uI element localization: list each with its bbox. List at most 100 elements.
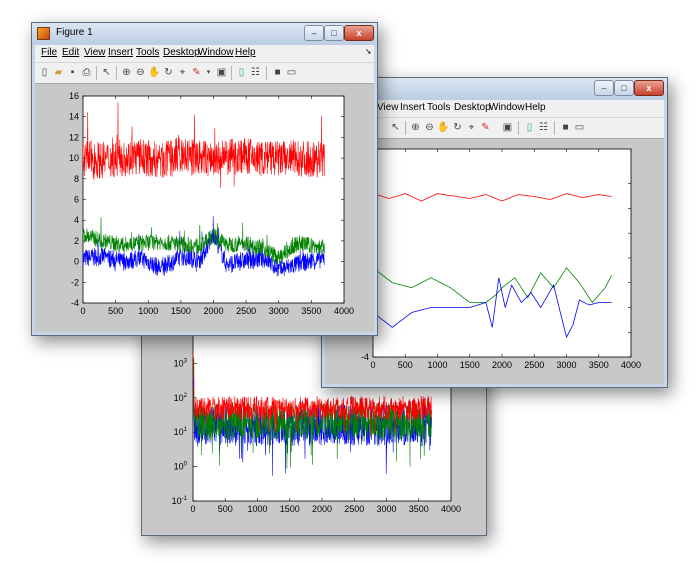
x-tick-label: 3000 xyxy=(269,306,289,316)
caption-buttons: – □ x xyxy=(594,80,666,96)
brush-dropdown-icon[interactable]: ▾ xyxy=(202,66,215,79)
x-tick-label: 4000 xyxy=(441,504,461,514)
x-tick-label: 0 xyxy=(370,360,375,370)
maximize-button[interactable]: □ xyxy=(614,80,634,96)
brush-icon[interactable]: ✎ xyxy=(479,121,492,134)
dock-arrow-icon[interactable]: ➘ xyxy=(365,47,372,56)
x-tick-label: 2000 xyxy=(492,360,512,370)
menu-insert[interactable]: Insert xyxy=(400,102,425,113)
toolbar-separator xyxy=(518,121,519,135)
menu-view[interactable]: View xyxy=(377,102,399,113)
y-tick-label: 10-1 xyxy=(172,496,188,506)
y-tick-label: 2 xyxy=(74,236,79,246)
x-tick-label: 3000 xyxy=(556,360,576,370)
x-tick-label: 2500 xyxy=(524,360,544,370)
x-tick-label: 1000 xyxy=(427,360,447,370)
menu-edit[interactable]: Edit xyxy=(62,47,79,58)
open-file-icon[interactable]: ▰ xyxy=(52,66,65,79)
y-tick-label: -4 xyxy=(71,298,79,308)
legend-icon[interactable]: ☷ xyxy=(537,121,550,134)
menu-file[interactable]: File xyxy=(41,47,57,58)
new-file-icon[interactable]: ▯ xyxy=(38,66,51,79)
x-tick-label: 2500 xyxy=(236,306,256,316)
y-tick-label: 14 xyxy=(69,112,79,122)
show-plot-tools-icon[interactable]: ▭ xyxy=(285,66,298,79)
close-button[interactable]: x xyxy=(634,80,664,96)
x-tick-label: 3500 xyxy=(589,360,609,370)
y-tick-label: 16 xyxy=(69,91,79,101)
pan-icon[interactable]: ✋ xyxy=(148,66,161,79)
line-plot[interactable]: 0 500 1000 1500 2000 2500 3000 3500 4000 -4 -2 0 2 4 6… xyxy=(35,84,376,333)
matlab-icon xyxy=(37,27,50,40)
x-tick-label: 2500 xyxy=(344,504,364,514)
save-icon[interactable]: ▪ xyxy=(66,66,79,79)
figure-window-top[interactable]: Figure 1 – □ x File Edit View Insert Too… xyxy=(31,22,378,336)
y-tick-label: 0 xyxy=(74,257,79,267)
x-tick-label: 3000 xyxy=(376,504,396,514)
pan-icon[interactable]: ✋ xyxy=(437,121,450,134)
menu-tools[interactable]: Tools xyxy=(427,102,450,113)
legend-icon[interactable]: ☷ xyxy=(249,66,262,79)
axes-box xyxy=(82,95,345,304)
x-tick-label: 1000 xyxy=(247,504,267,514)
menu-window[interactable]: Window xyxy=(198,47,234,58)
y-tick-label: 102 xyxy=(174,393,188,403)
show-plot-tools-icon[interactable]: ▭ xyxy=(573,121,586,134)
colorbar-icon[interactable]: ▯ xyxy=(523,121,536,134)
link-icon[interactable]: ▣ xyxy=(501,121,514,134)
zoom-in-icon[interactable]: ⊕ xyxy=(120,66,133,79)
x-tick-label: 2000 xyxy=(312,504,332,514)
menu-view[interactable]: View xyxy=(84,47,106,58)
data-cursor-icon[interactable]: ⌖ xyxy=(465,121,478,134)
x-tick-label: 500 xyxy=(218,504,233,514)
zoom-out-icon[interactable]: ⊖ xyxy=(423,121,436,134)
x-tick-label: 1500 xyxy=(171,306,191,316)
x-tick-label: 1000 xyxy=(138,306,158,316)
menu-desktop[interactable]: Desktop xyxy=(454,102,491,113)
y-tick-label: 10 xyxy=(69,153,79,163)
x-tick-label: 1500 xyxy=(280,504,300,514)
minimize-button[interactable]: – xyxy=(594,80,614,96)
link-icon[interactable]: ▣ xyxy=(215,66,228,79)
figure-background-top: 0 500 1000 1500 2000 2500 3000 3500 4000 -4 -2 0 2 4 6… xyxy=(35,84,374,332)
menu-tools[interactable]: Tools xyxy=(136,47,159,58)
y-tick-label: 6 xyxy=(74,195,79,205)
title-bar[interactable]: Figure 1 – □ x xyxy=(32,23,377,45)
pointer-icon[interactable]: ↖ xyxy=(389,121,402,134)
x-tick-label: 4000 xyxy=(334,306,354,316)
caption-buttons: – □ x xyxy=(304,25,376,41)
close-button[interactable]: x xyxy=(344,25,374,41)
zoom-in-icon[interactable]: ⊕ xyxy=(409,121,422,134)
menu-insert[interactable]: Insert xyxy=(108,47,133,58)
rotate-icon[interactable]: ↻ xyxy=(162,66,175,79)
colorbar-icon[interactable]: ▯ xyxy=(235,66,248,79)
x-tick-label: 0 xyxy=(80,306,85,316)
zoom-out-icon[interactable]: ⊖ xyxy=(134,66,147,79)
menu-help[interactable]: Help xyxy=(525,102,546,113)
x-tick-label: 500 xyxy=(398,360,413,370)
y-tick-label: 101 xyxy=(174,427,188,437)
toolbar-separator xyxy=(96,66,97,80)
maximize-button[interactable]: □ xyxy=(324,25,344,41)
print-icon[interactable]: ⎙ xyxy=(80,66,93,79)
x-tick-label: 500 xyxy=(108,306,123,316)
y-tick-label: 8 xyxy=(74,174,79,184)
data-cursor-icon[interactable]: ⌖ xyxy=(176,66,189,79)
menu-desktop[interactable]: Desktop xyxy=(163,47,200,58)
toolbar-separator xyxy=(231,66,232,80)
toolbar-separator xyxy=(116,66,117,80)
x-tick-label: 2000 xyxy=(203,306,223,316)
menu-bar: File Edit View Insert Tools Desktop Wind… xyxy=(35,45,374,63)
hide-plot-tools-icon[interactable]: ■ xyxy=(559,121,572,134)
menu-window[interactable]: Window xyxy=(489,102,525,113)
axes-box xyxy=(372,148,632,358)
rotate-icon[interactable]: ↻ xyxy=(451,121,464,134)
hide-plot-tools-icon[interactable]: ■ xyxy=(271,66,284,79)
y-tick-label: 103 xyxy=(174,358,188,368)
menu-help[interactable]: Help xyxy=(235,47,256,58)
x-tick-label: 0 xyxy=(190,504,195,514)
pointer-icon[interactable]: ↖ xyxy=(100,66,113,79)
minimize-button[interactable]: – xyxy=(304,25,324,41)
toolbar-separator xyxy=(266,66,267,80)
toolbar-separator xyxy=(405,121,406,135)
